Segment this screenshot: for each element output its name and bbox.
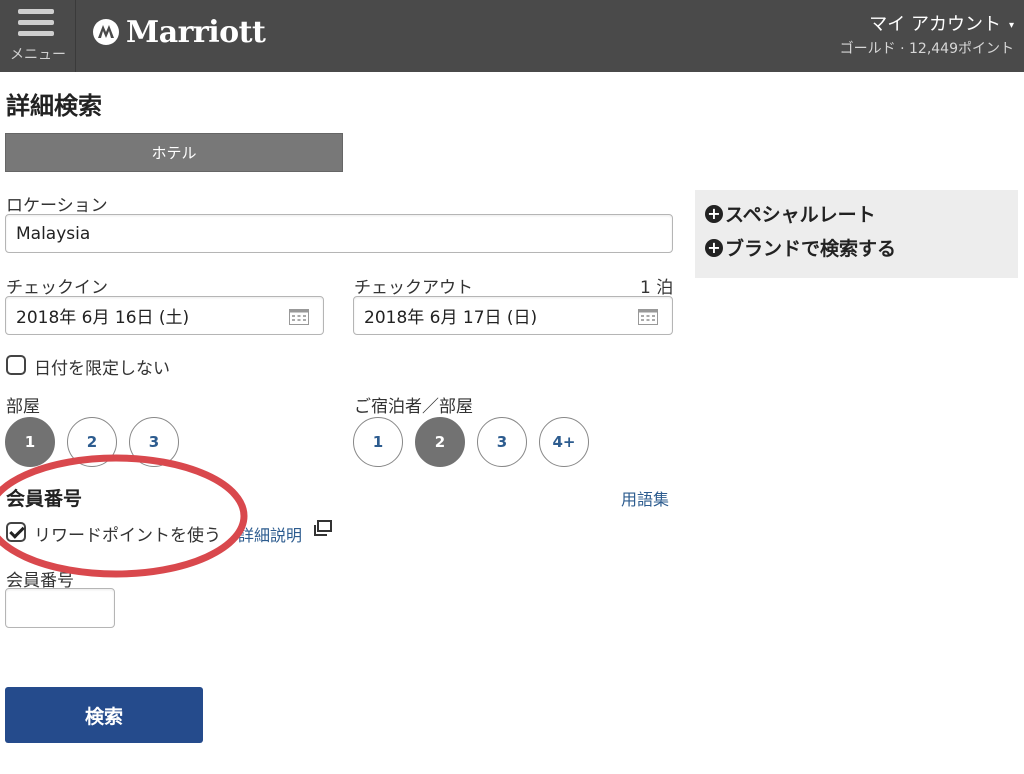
use-points-label: リワードポイントを使う [34, 526, 221, 546]
annotation-circle [0, 454, 248, 578]
marriott-logo[interactable]: Marriott [92, 12, 266, 52]
guests-label: ご宿泊者／部屋 [354, 397, 473, 417]
checkin-label: チェックイン [6, 278, 108, 298]
brand-search-toggle[interactable]: + ブランドで検索する [705, 234, 896, 261]
location-value: Malaysia [16, 223, 91, 244]
location-label: ロケーション [6, 196, 108, 216]
checkin-date-field[interactable]: 2018年 6月 16日 (土) [5, 296, 324, 335]
checkout-label: チェックアウト [354, 278, 473, 298]
menu-button[interactable]: メニュー [0, 0, 76, 72]
chevron-down-icon: ▾ [1008, 19, 1014, 31]
guests-option-2[interactable]: 2 [415, 417, 465, 467]
hamburger-icon [18, 9, 54, 14]
membership-title: 会員番号 [6, 488, 83, 510]
tab-hotel[interactable]: ホテル [5, 133, 343, 172]
guests-option-1[interactable]: 1 [353, 417, 403, 467]
rooms-option-1[interactable]: 1 [5, 417, 55, 467]
brand-search-label: ブランドで検索する [725, 238, 897, 260]
checkout-value: 2018年 6月 17日 (日) [364, 308, 538, 328]
account-points: ゴールド · 12,449ポイント [839, 41, 1014, 57]
plus-circle-icon: + [705, 238, 723, 257]
flexible-dates-checkbox[interactable] [6, 355, 26, 375]
member-number-input[interactable] [5, 588, 115, 628]
external-window-icon[interactable] [313, 520, 333, 538]
rooms-label: 部屋 [6, 397, 40, 417]
special-rate-toggle[interactable]: + スペシャルレート [705, 200, 876, 227]
details-link[interactable]: 詳細説明 [238, 522, 302, 546]
calendar-icon[interactable] [638, 307, 658, 325]
hamburger-icon-bar [18, 31, 54, 36]
plus-circle-icon: + [705, 204, 723, 223]
use-points-checkbox[interactable] [6, 522, 26, 542]
calendar-icon[interactable] [289, 307, 309, 325]
special-rate-label: スペシャルレート [725, 204, 876, 226]
page-title: 詳細検索 [6, 92, 102, 120]
flexible-dates-label: 日付を限定しない [34, 359, 170, 379]
account-name: マイ アカウント [869, 14, 1001, 35]
marriott-logo-icon [93, 19, 119, 45]
location-input[interactable]: Malaysia [5, 214, 673, 253]
details-link-label: 詳細説明 [238, 526, 303, 545]
checkout-date-field[interactable]: 2018年 6月 17日 (日) [353, 296, 673, 335]
hamburger-icon-bar [18, 20, 54, 25]
search-button[interactable]: 検索 [5, 687, 203, 743]
rooms-option-2[interactable]: 2 [67, 417, 117, 467]
logo-text: Marriott [126, 14, 266, 50]
nights-count: 1 泊 [640, 278, 674, 298]
guests-option-4plus[interactable]: 4+ [539, 417, 589, 467]
top-header: メニュー Marriott マイ アカウント ▾ ゴールド · 12,449ポイン… [0, 0, 1024, 72]
guests-option-3[interactable]: 3 [477, 417, 527, 467]
menu-label: メニュー [10, 47, 66, 63]
side-panel: + スペシャルレート + ブランドで検索する [695, 190, 1018, 278]
checkin-value: 2018年 6月 16日 (土) [16, 308, 190, 328]
rooms-option-3[interactable]: 3 [129, 417, 179, 467]
account-menu[interactable]: マイ アカウント ▾ ゴールド · 12,449ポイント [840, 10, 1014, 58]
glossary-link[interactable]: 用語集 [621, 486, 669, 510]
